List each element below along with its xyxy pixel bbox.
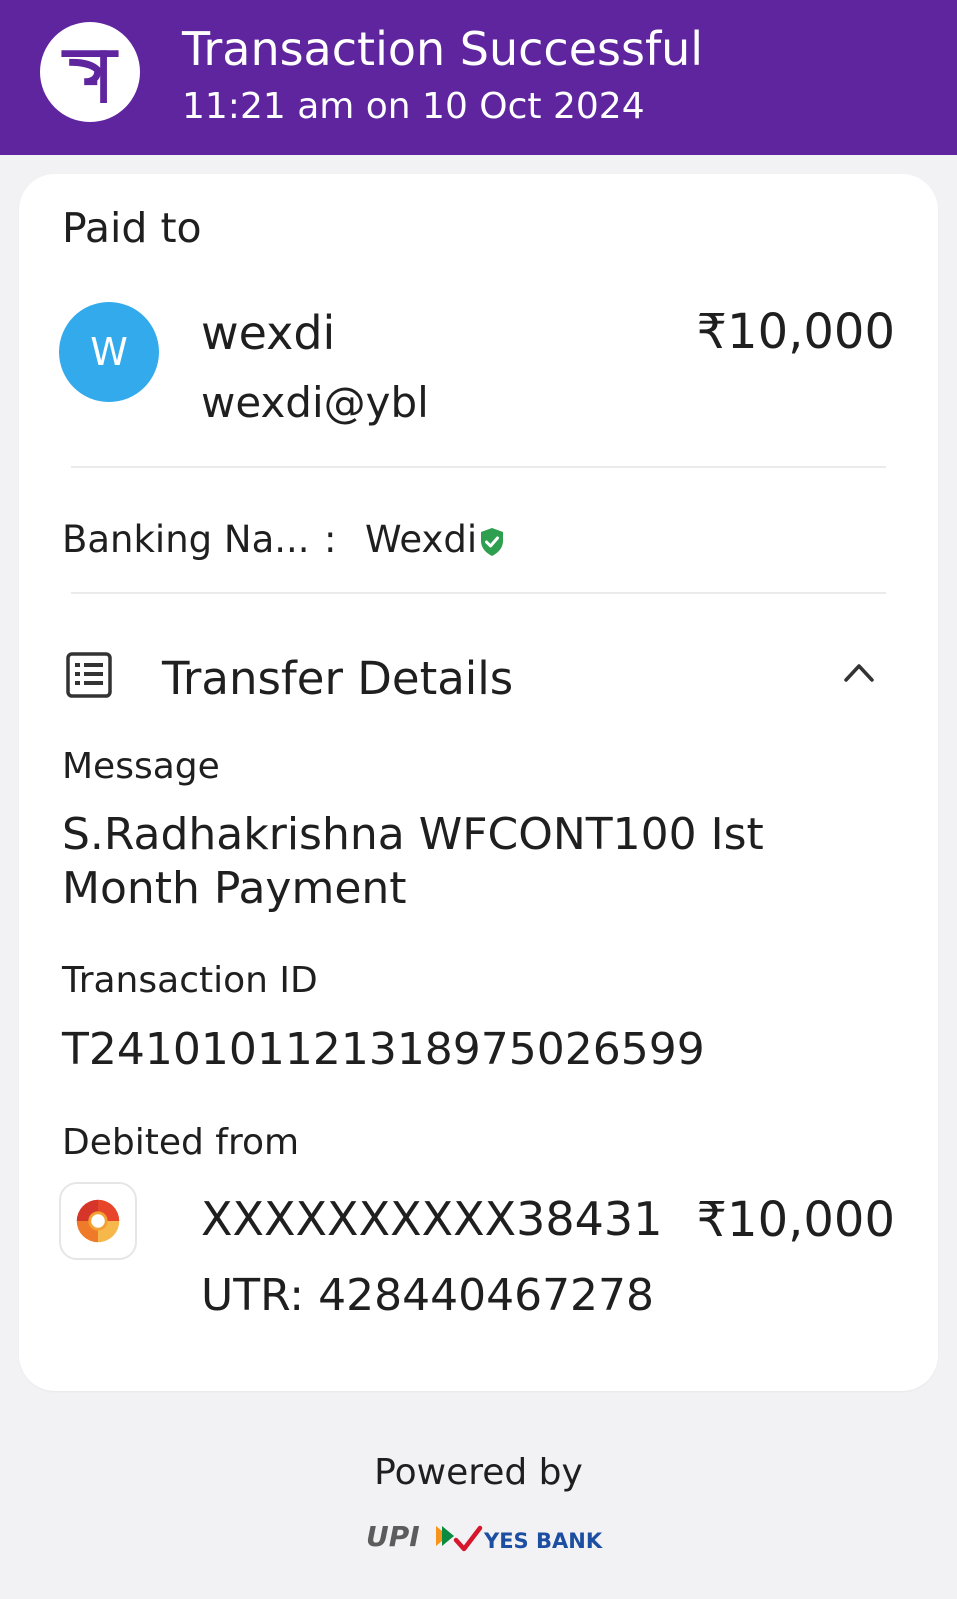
utr-number[interactable]: UTR: 428440467278 bbox=[201, 1270, 654, 1321]
divider bbox=[71, 466, 886, 468]
banking-name-label: Banking Na... bbox=[62, 518, 310, 561]
phonepe-logo bbox=[40, 22, 140, 122]
paid-to-label: Paid to bbox=[62, 204, 202, 252]
transaction-status-title: Transaction Successful bbox=[182, 22, 704, 76]
yes-bank-logo-text: YES BANK bbox=[483, 1529, 603, 1553]
debited-from-label: Debited from bbox=[62, 1122, 300, 1163]
transaction-id-label: Transaction ID bbox=[62, 960, 318, 1001]
debited-amount: ₹10,000 bbox=[696, 1192, 896, 1248]
payee-avatar: W bbox=[59, 302, 159, 402]
chevron-up-icon[interactable] bbox=[841, 654, 877, 690]
transaction-id-value[interactable]: T2410101121318975026599 bbox=[62, 1024, 705, 1075]
paid-amount: ₹10,000 bbox=[696, 304, 896, 360]
transaction-card: Paid to W wexdi wexdi@ybl ₹10,000 Bankin… bbox=[19, 174, 938, 1391]
bank-logo-icon bbox=[76, 1199, 120, 1243]
message-label: Message bbox=[62, 746, 220, 787]
upi-yes-bank-logo: UPI YES BANK bbox=[366, 1520, 603, 1553]
message-text: S.Radhakrishna WFCONT100 Ist Month Payme… bbox=[62, 809, 764, 914]
payee-name: wexdi bbox=[201, 306, 336, 360]
banking-name-value: Wexdi bbox=[365, 518, 478, 561]
powered-by-label: Powered by bbox=[374, 1452, 583, 1493]
divider bbox=[71, 592, 886, 594]
debited-account-number: XXXXXXXXXX38431 bbox=[201, 1192, 663, 1246]
verified-shield-icon bbox=[481, 528, 503, 556]
details-list-icon bbox=[66, 652, 112, 698]
banking-name-separator: : bbox=[324, 518, 337, 561]
transaction-timestamp: 11:21 am on 10 Oct 2024 bbox=[182, 86, 645, 127]
transfer-details-title[interactable]: Transfer Details bbox=[162, 652, 513, 705]
payee-upi-id: wexdi@ybl bbox=[201, 378, 429, 427]
bank-logo bbox=[59, 1182, 137, 1260]
header-bar: Transaction Successful 11:21 am on 10 Oc… bbox=[0, 0, 957, 155]
phonepe-logo-icon bbox=[61, 50, 119, 103]
upi-logo-text: UPI bbox=[366, 1520, 420, 1553]
